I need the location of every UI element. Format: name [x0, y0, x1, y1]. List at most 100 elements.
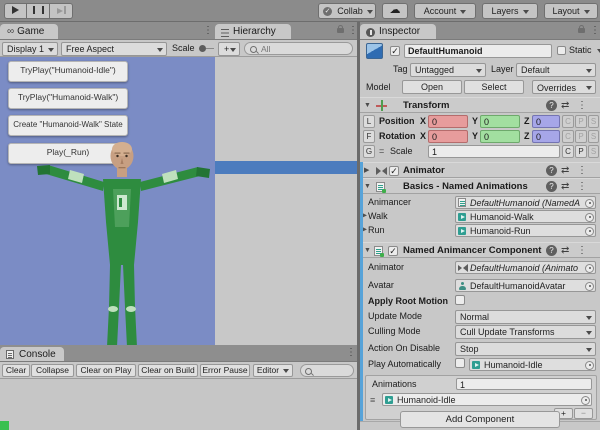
object-picker-icon[interactable] [585, 282, 594, 291]
scale-p-button[interactable]: P [575, 145, 587, 158]
animator-header[interactable]: ▶ ✓ Animator ? ⇄ ⋮ [360, 162, 600, 178]
preset-icon[interactable]: ⇄ [561, 99, 569, 112]
inspector-menu-kebab-icon[interactable]: ⋮ [590, 23, 600, 39]
account-dropdown[interactable]: Account [414, 3, 476, 19]
console-search-input[interactable] [300, 364, 354, 377]
tab-inspector[interactable]: Inspector [360, 24, 436, 39]
drag-handle-icon[interactable]: ≡ [370, 394, 375, 406]
help-icon[interactable]: ? [546, 181, 557, 192]
play-automatically-checkbox[interactable] [455, 358, 465, 368]
tab-hierarchy[interactable]: Hierarchy [215, 24, 291, 39]
animancer-object-field[interactable]: DefaultHumanoid (NamedA [455, 196, 596, 209]
error-pause-toggle[interactable]: Error Pause [200, 364, 250, 377]
named-animancer-header[interactable]: ▼ ✓ Named Animancer Component ? ⇄ ⋮ [360, 242, 600, 258]
clear-on-build-toggle[interactable]: Clear on Build [138, 364, 198, 377]
aspect-dropdown[interactable]: Free Aspect [61, 42, 167, 56]
remove-animation-button[interactable]: − [574, 408, 593, 419]
action-on-disable-dropdown[interactable]: Stop [455, 342, 596, 356]
object-picker-icon[interactable] [581, 396, 590, 405]
hierarchy-search-input[interactable]: All [244, 42, 353, 55]
object-picker-icon[interactable] [585, 213, 594, 222]
run-clip-field[interactable]: Humanoid-Run [455, 224, 596, 237]
hierarchy-lock-icon[interactable] [337, 28, 344, 33]
pause-button[interactable] [27, 3, 50, 19]
scale-s-button[interactable]: S [588, 145, 599, 158]
tab-console[interactable]: Console [0, 347, 64, 361]
rotation-z-field[interactable]: 0 [532, 130, 560, 143]
position-p-button[interactable]: P [575, 115, 587, 128]
preset-icon[interactable]: ⇄ [561, 180, 569, 193]
model-open-button[interactable]: Open [402, 80, 462, 94]
basics-header[interactable]: ▼ Basics - Named Animations ? ⇄ ⋮ [360, 178, 600, 194]
help-icon[interactable]: ? [546, 165, 557, 176]
rotation-y-field[interactable]: 0 [480, 130, 520, 143]
rotation-mode-button[interactable]: F [363, 130, 375, 143]
scale-c-button[interactable]: C [562, 145, 574, 158]
static-checkbox[interactable] [557, 46, 566, 55]
rotation-x-field[interactable]: 0 [428, 130, 468, 143]
object-picker-icon[interactable] [585, 199, 594, 208]
animator-object-field[interactable]: DefaultHumanoid (Animato [455, 261, 596, 274]
clear-button[interactable]: Clear [2, 364, 30, 377]
model-select-button[interactable]: Select [464, 80, 524, 94]
named-enabled-checkbox[interactable]: ✓ [388, 246, 398, 256]
walk-clip-field[interactable]: Humanoid-Walk [455, 210, 596, 223]
collapse-toggle[interactable]: Collapse [31, 364, 74, 377]
culling-mode-dropdown[interactable]: Cull Update Transforms [455, 325, 596, 339]
position-mode-button[interactable]: L [363, 115, 375, 128]
prefab-model-icon[interactable] [366, 43, 383, 59]
scale-slider-knob[interactable] [199, 45, 206, 52]
clear-on-play-toggle[interactable]: Clear on Play [76, 364, 136, 377]
animator-enabled-checkbox[interactable]: ✓ [389, 166, 399, 176]
tag-dropdown[interactable]: Untagged [410, 63, 486, 77]
object-picker-icon[interactable] [585, 227, 594, 236]
rotation-p-button[interactable]: P [575, 130, 587, 143]
cloud-button[interactable]: ☁ [382, 3, 408, 19]
position-z-field[interactable]: 0 [532, 115, 560, 128]
transform-foldout-icon[interactable]: ▼ [364, 98, 371, 113]
basics-foldout-icon[interactable]: ▼ [364, 179, 371, 194]
animator-foldout-icon[interactable]: ▶ [364, 163, 369, 178]
play-automatically-clip-field[interactable]: Humanoid-Idle [469, 358, 596, 371]
animator-kebab-icon[interactable]: ⋮ [577, 163, 587, 179]
transform-kebab-icon[interactable]: ⋮ [577, 98, 587, 114]
active-checkbox[interactable]: ✓ [390, 46, 400, 56]
basics-kebab-icon[interactable]: ⋮ [577, 179, 587, 195]
game-menu-kebab-icon[interactable]: ⋮ [203, 23, 213, 39]
preset-icon[interactable]: ⇄ [561, 164, 569, 177]
scale-slider-track[interactable] [206, 48, 214, 49]
position-s-button[interactable]: S [588, 115, 599, 128]
play-button[interactable] [4, 3, 27, 19]
animations-label[interactable]: Animations [372, 379, 417, 389]
display-dropdown[interactable]: Display 1 [2, 42, 58, 56]
position-x-field[interactable]: 0 [428, 115, 468, 128]
inspector-lock-icon[interactable] [578, 28, 585, 33]
help-icon[interactable]: ? [546, 245, 557, 256]
named-kebab-icon[interactable]: ⋮ [577, 243, 587, 259]
layout-dropdown[interactable]: Layout [544, 3, 598, 19]
apply-root-motion-checkbox[interactable] [455, 295, 465, 305]
scale-mode-button[interactable]: G [363, 145, 375, 158]
preset-icon[interactable]: ⇄ [561, 244, 569, 257]
transform-header[interactable]: ▼ Transform ? ⇄ ⋮ [360, 97, 600, 113]
overrides-dropdown[interactable]: Overrides [532, 80, 596, 94]
scale-link-icon[interactable]: = [379, 146, 384, 156]
avatar-object-field[interactable]: DefaultHumanoidAvatar [455, 279, 596, 292]
rotation-c-button[interactable]: C [562, 130, 574, 143]
rotation-s-button[interactable]: S [588, 130, 599, 143]
create-object-dropdown[interactable]: + [218, 42, 240, 56]
object-picker-icon[interactable] [585, 361, 594, 370]
layer-dropdown[interactable]: Default [516, 63, 596, 77]
named-foldout-icon[interactable]: ▼ [364, 243, 371, 258]
collab-dropdown[interactable]: ✓ Collab [318, 3, 376, 19]
gameobject-name-field[interactable]: DefaultHumanoid [404, 44, 552, 58]
console-log-area[interactable] [0, 379, 357, 430]
tab-game[interactable]: ∞Game [0, 24, 58, 39]
animation-item-field[interactable]: Humanoid-Idle [382, 393, 592, 406]
help-icon[interactable]: ? [546, 100, 557, 111]
update-mode-dropdown[interactable]: Normal [455, 310, 596, 324]
animations-count-field[interactable]: 1 [456, 378, 592, 390]
position-c-button[interactable]: C [562, 115, 574, 128]
scale-field[interactable]: 1 [428, 145, 560, 158]
object-picker-icon[interactable] [585, 264, 594, 273]
